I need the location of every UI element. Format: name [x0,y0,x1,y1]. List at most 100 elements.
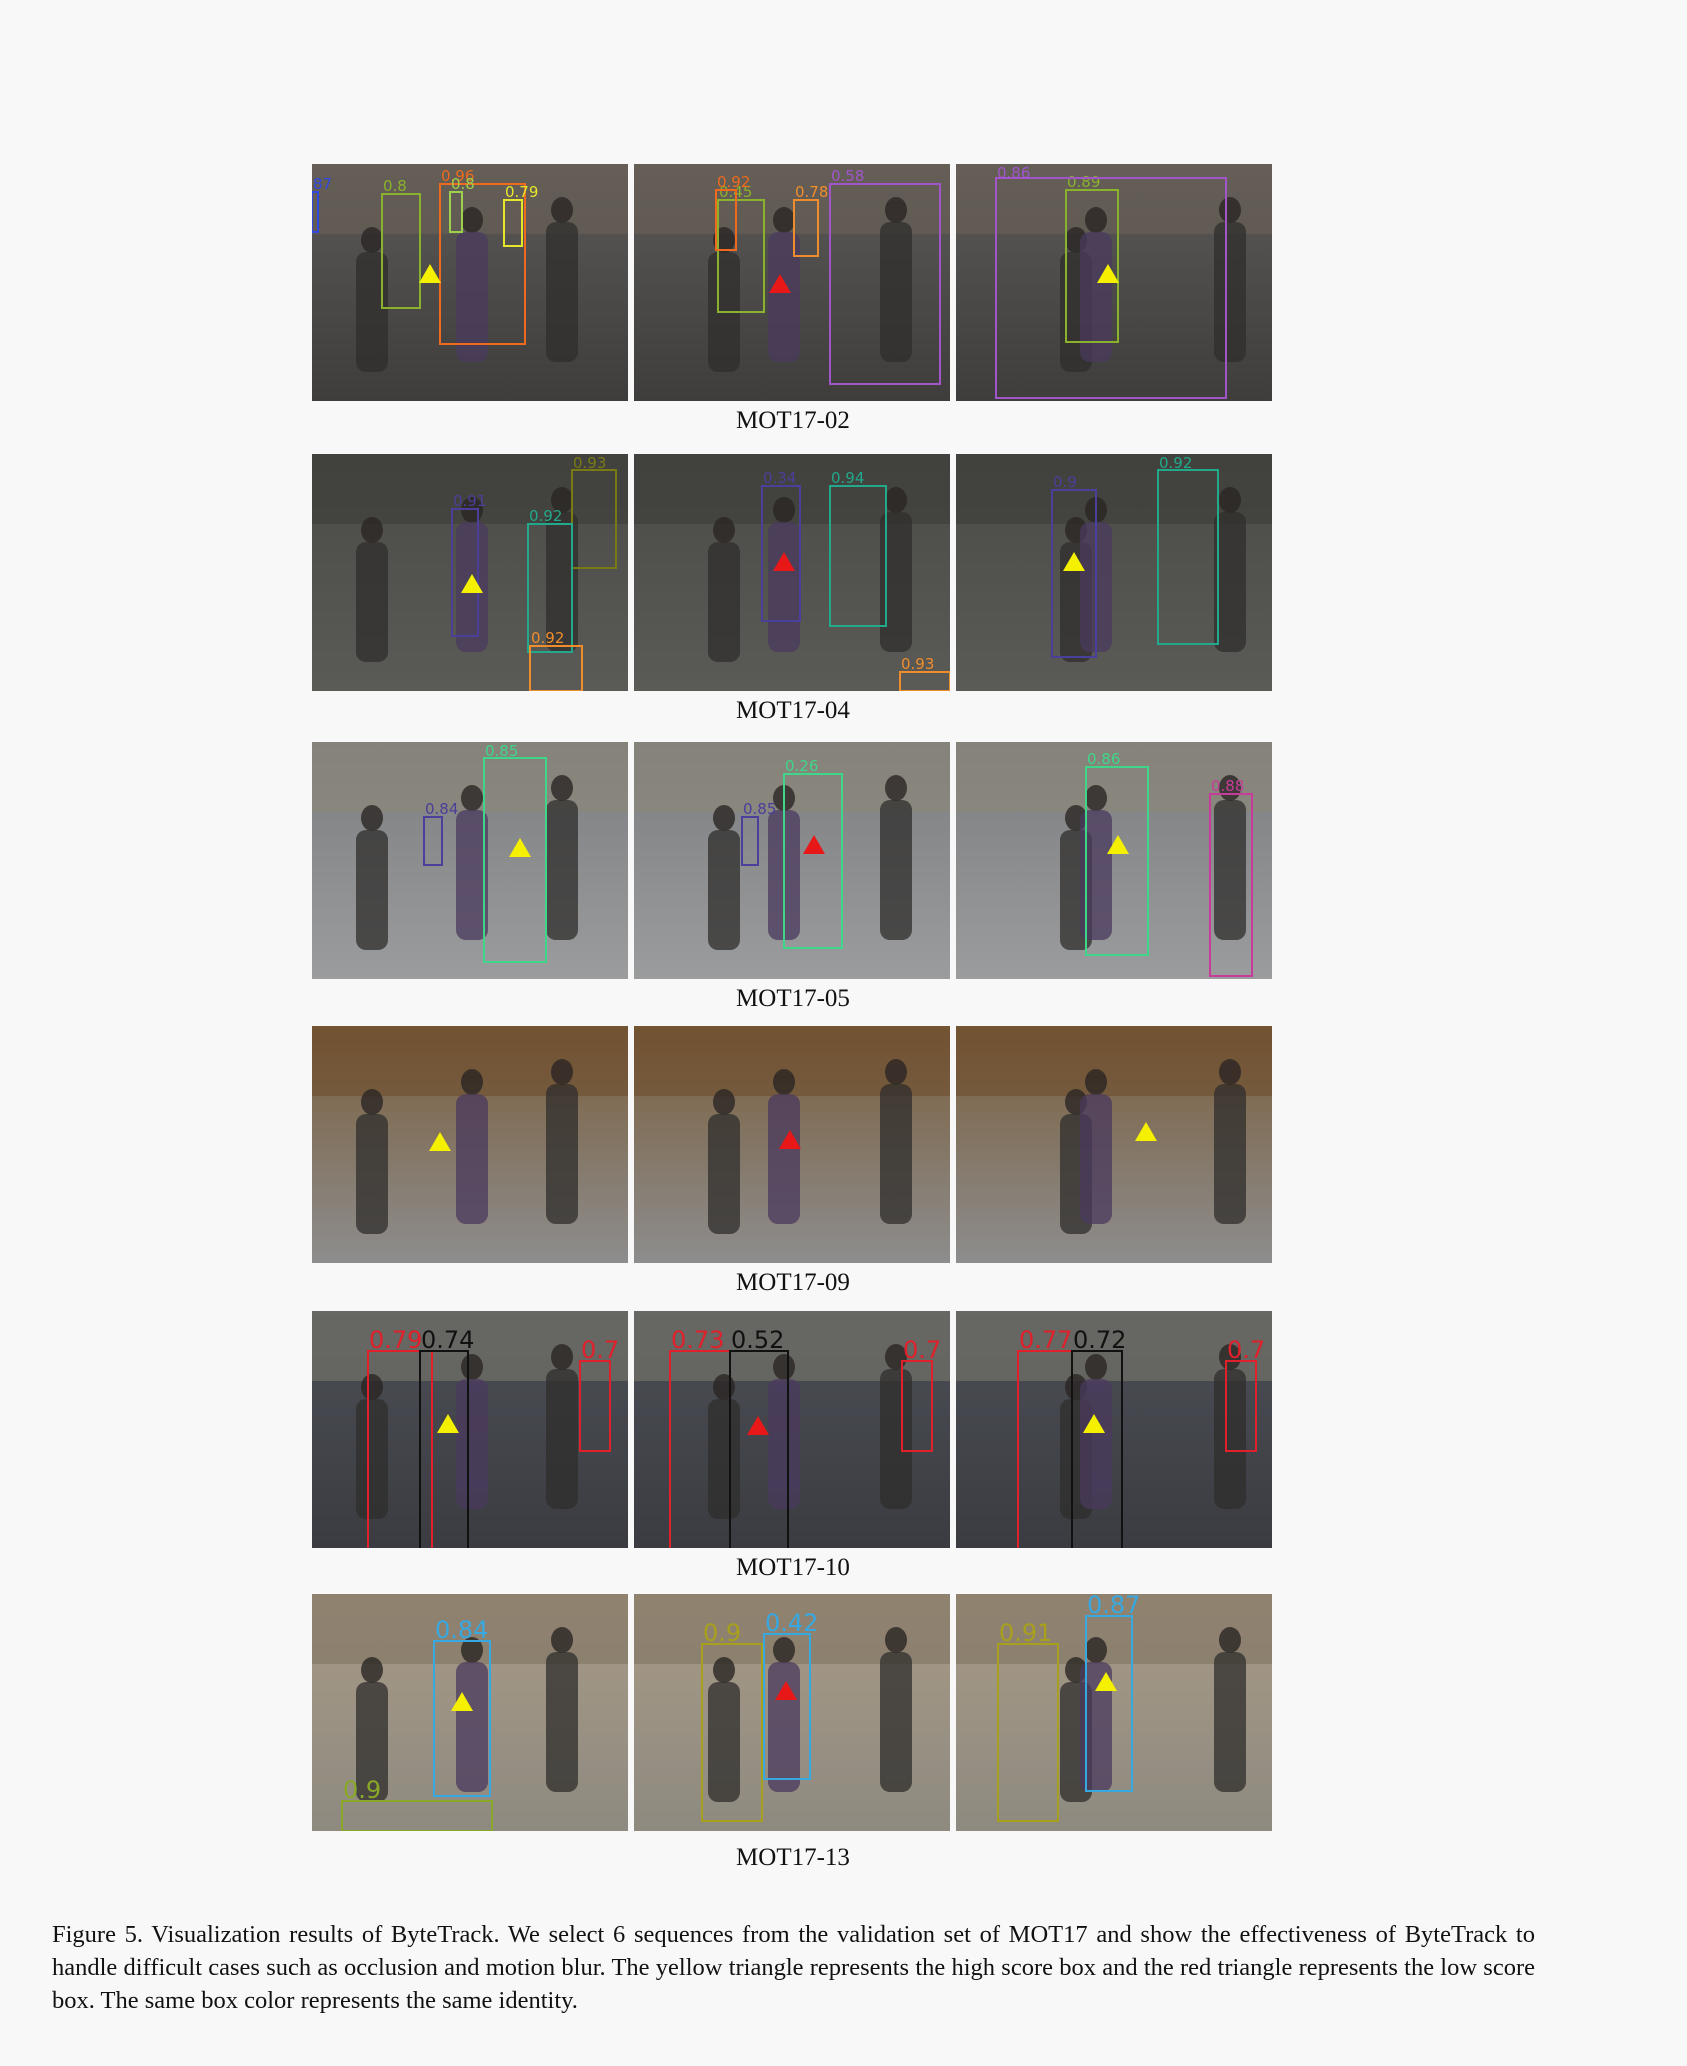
box-score: 0.58 [831,167,864,185]
frame-svg: 0.790.74 0.7 [312,1311,628,1548]
frame-image: 0.91 0.93 0.92 0.92 [312,454,628,691]
pedestrian-head [1085,207,1107,233]
frame-image: 0.86 0.88 [956,742,1272,979]
box-score: 0.8 [383,177,407,195]
pedestrian-body [768,1662,800,1792]
pedestrian-body [880,222,912,362]
sequence-row: 0.91 0.93 0.92 0.92 0.34 0.94 0.93 0.9 0.92 MO… [312,454,1274,734]
frame-image: 0.77 0.72 0.7 [956,1311,1272,1548]
pedestrian-head [1219,1627,1241,1653]
frame-svg: 0.85 0.84 [312,742,628,979]
pedestrian-head [885,197,907,223]
sequence-row: 0.85 0.84 0.26 0.85 0.86 0.88 MOT17-05 [312,742,1274,1022]
box-score: 0.52 [731,1326,784,1354]
frame-svg: 0.86 0.88 [956,742,1272,979]
pedestrian-head [461,785,483,811]
pedestrian-head [885,487,907,513]
box-score: 0.79 [369,1326,422,1354]
pedestrian-head [461,1354,483,1380]
pedestrian-head [361,805,383,831]
frame-image: 0.42 0.9 [634,1594,950,1831]
pedestrian-body [768,1094,800,1224]
pedestrian-head [551,1059,573,1085]
box-score: 0.73 [671,1326,724,1354]
pedestrian-body [1214,1084,1246,1224]
frame-svg: 0.9 0.92 [956,454,1272,691]
pedestrian-head [773,207,795,233]
box-score: 0.78 [795,183,828,201]
pedestrian-body [546,222,578,362]
box-score: 0.74 [421,1326,474,1354]
pedestrian-head [361,1374,383,1400]
box-score: 0.84 [425,800,458,818]
box-score: 0.72 [1073,1326,1126,1354]
pedestrian-head [713,1089,735,1115]
pedestrian-body [708,1682,740,1802]
pedestrian-body [456,1094,488,1224]
sequence-label: MOT17-09 [736,1269,850,1296]
pedestrian-body [768,522,800,652]
pedestrian-body [1214,1369,1246,1509]
pedestrian-head [713,805,735,831]
box-score: 0.9 [1053,473,1077,491]
pedestrian-head [773,1637,795,1663]
box-score: 0.92 [531,629,564,647]
pedestrian-body [1214,222,1246,362]
frame-svg: 0.26 0.85 [634,742,950,979]
sequence-row: 0.84 0.9 0.42 0.9 0.87 0.91 MOT17-13 [312,1594,1274,1884]
frame-image [634,1026,950,1263]
frame-svg: 0.84 0.9 [312,1594,628,1831]
box-score: 0.86 [997,164,1030,182]
sequence-label: MOT17-05 [736,985,850,1012]
box-score: 0.94 [831,469,864,487]
sequence-row: 0.8 0.96 0.79 87 0.8 0.45 0.78 0.58 0.92 0.89 0.… [312,164,1274,444]
pedestrian-head [1219,487,1241,513]
pedestrian-head [551,775,573,801]
sequence-row: 0.79 0.74 0.7 0.73 0.52 0.7 0.77 0.72 0.7 MOT1… [312,1311,1274,1591]
pedestrian-head [551,1627,573,1653]
box-score: 0.93 [573,454,606,472]
frame-svg: 0.91 0.93 0.92 0.92 [312,454,628,691]
pedestrian-body [1214,1652,1246,1792]
box-score: 0.9 [703,1619,741,1647]
pedestrian-body [456,1662,488,1792]
pedestrian-head [1219,197,1241,223]
frame-svg [634,1026,950,1263]
pedestrian-head [773,497,795,523]
box-score: 0.9 [343,1776,381,1804]
sequence-label: MOT17-13 [736,1844,850,1871]
frame-image: 0.73 0.52 0.7 [634,1311,950,1548]
box-score: 0.91 [453,492,486,510]
box-score: 0.34 [763,469,796,487]
pedestrian-head [885,1059,907,1085]
pedestrian-body [880,1652,912,1792]
pedestrian-body [880,1084,912,1224]
sequence-label: MOT17-04 [736,697,850,724]
box-score: 0.77 [1019,1326,1072,1354]
box-score: 0.93 [901,655,934,673]
frame-image: 0.79 0.74 0.7 [312,1311,628,1548]
pedestrian-head [551,197,573,223]
pedestrian-body [1080,1094,1112,1224]
box-score: 0.88 [1211,777,1244,795]
pedestrian-head [773,1354,795,1380]
frame-image: 0.85 0.84 [312,742,628,979]
pedestrian-head [713,1657,735,1683]
frame-svg [312,1026,628,1263]
pedestrian-body [768,232,800,362]
pedestrian-body [1080,810,1112,940]
frame-image: 0.45 0.78 0.58 0.92 [634,164,950,401]
pedestrian-body [356,1114,388,1234]
sequence-label: MOT17-10 [736,1554,850,1581]
pedestrian-body [1080,1379,1112,1509]
pedestrian-head [461,1069,483,1095]
pedestrian-body [768,1379,800,1509]
box-score: 0.92 [529,507,562,525]
frame-image: 0.34 0.94 0.93 [634,454,950,691]
box-score: 0.42 [765,1609,818,1637]
pedestrian-body [356,830,388,950]
pedestrian-body [356,252,388,372]
box-score: 0.89 [1067,173,1100,191]
box-score: 0.85 [743,800,776,818]
pedestrian-body [546,800,578,940]
